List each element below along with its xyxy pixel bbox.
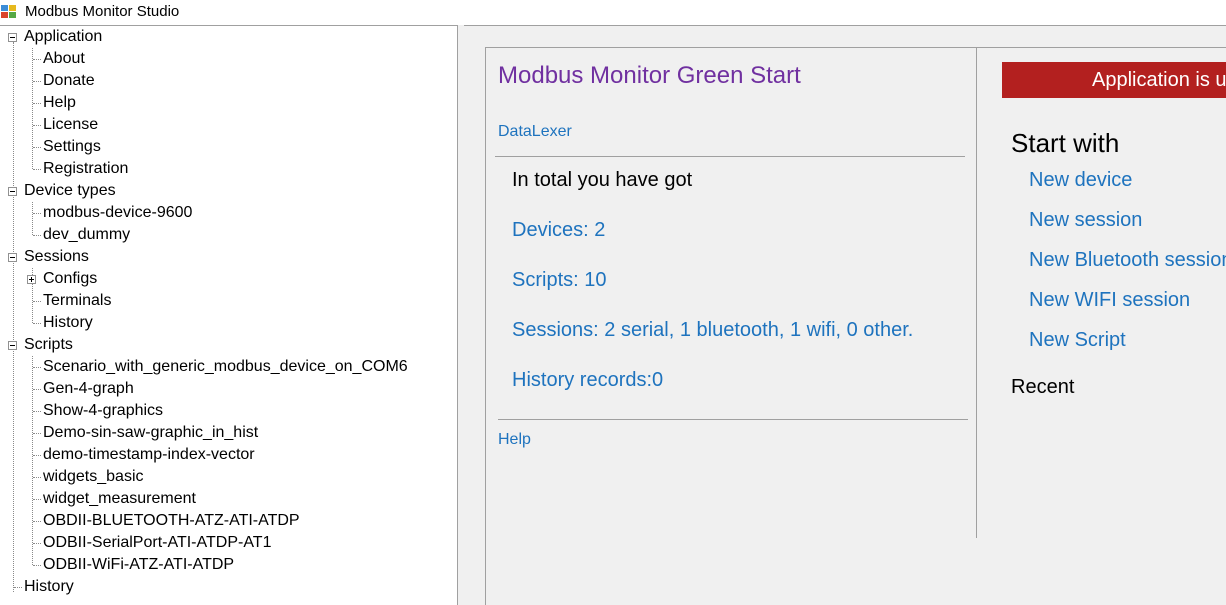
separator: [495, 156, 965, 157]
tree-connector: [33, 81, 41, 82]
collapse-icon[interactable]: [8, 253, 17, 262]
unregistered-banner: Application is unregistered: [1002, 62, 1226, 98]
tree-node-script[interactable]: demo-timestamp-index-vector: [43, 444, 255, 466]
app-icon: [1, 5, 16, 18]
new-wifi-session-link[interactable]: New WIFI session: [1029, 289, 1190, 312]
column-divider: [976, 47, 977, 538]
new-script-link[interactable]: New Script: [1029, 329, 1126, 352]
tree-connector: [33, 389, 41, 390]
tree-connector: [33, 59, 41, 60]
tree-node-license[interactable]: License: [43, 114, 98, 136]
tree-connector: [33, 477, 41, 478]
tree-node-script[interactable]: Demo-sin-saw-graphic_in_hist: [43, 422, 258, 444]
tree-connector: [33, 213, 41, 214]
tree-connector: [32, 356, 33, 565]
tree-connector: [33, 565, 41, 566]
collapse-icon[interactable]: [8, 187, 17, 196]
tree-node-history[interactable]: History: [24, 576, 74, 598]
tree-connector: [33, 103, 41, 104]
new-device-link[interactable]: New device: [1029, 169, 1132, 192]
tree-connector: [33, 169, 41, 170]
tree-connector: [33, 147, 41, 148]
expand-icon[interactable]: [27, 275, 36, 284]
tree-connector: [14, 587, 22, 588]
tree-connector: [13, 42, 14, 592]
collapse-icon[interactable]: [8, 341, 17, 350]
total-label: In total you have got: [512, 169, 693, 191]
tree-connector: [33, 433, 41, 434]
new-bluetooth-session-link[interactable]: New Bluetooth session: [1029, 249, 1226, 272]
history-records-link[interactable]: History records:0: [512, 369, 663, 392]
tree-connector: [33, 521, 41, 522]
tree-node-settings[interactable]: Settings: [43, 136, 101, 158]
tree-node-script[interactable]: OBDII-BLUETOOTH-ATZ-ATI-ATDP: [43, 510, 300, 532]
page-title: Modbus Monitor Green Start: [498, 62, 801, 89]
window-title: Modbus Monitor Studio: [25, 3, 180, 20]
tree-connector: [33, 235, 41, 236]
tree-node-script[interactable]: ODBII-SerialPort-ATI-ATDP-AT1: [43, 532, 271, 554]
tree-node-about[interactable]: About: [43, 48, 85, 70]
tree-node-script[interactable]: widget_measurement: [43, 488, 196, 510]
tree-node-donate[interactable]: Donate: [43, 70, 95, 92]
tree-connector: [32, 48, 33, 169]
tree-node-device[interactable]: dev_dummy: [43, 224, 130, 246]
window-titlebar: Modbus Monitor Studio: [0, 0, 1226, 25]
tree-connector: [33, 323, 41, 324]
tree-node-script[interactable]: ODBII-WiFi-ATZ-ATI-ATDP: [43, 554, 234, 576]
tree-node-configs[interactable]: Configs: [43, 268, 97, 290]
tree-connector: [33, 301, 41, 302]
tree-node-application[interactable]: Application: [24, 26, 102, 48]
collapse-icon[interactable]: [8, 33, 17, 42]
tree-connector: [33, 499, 41, 500]
start-with-heading: Start with: [1011, 128, 1120, 158]
tree-connector: [33, 125, 41, 126]
separator: [498, 419, 968, 420]
tree-node-script[interactable]: widgets_basic: [43, 466, 144, 488]
recent-heading: Recent: [1011, 376, 1075, 398]
tree-node-script[interactable]: Show-4-graphics: [43, 400, 163, 422]
tree-node-sessions[interactable]: Sessions: [24, 246, 89, 268]
tree-node-registration[interactable]: Registration: [43, 158, 128, 180]
devices-link[interactable]: Devices: 2: [512, 219, 605, 242]
sessions-link[interactable]: Sessions: 2 serial, 1 bluetooth, 1 wifi,…: [512, 319, 913, 342]
tree-node-device-types[interactable]: Device types: [24, 180, 116, 202]
tree-connector: [33, 367, 41, 368]
tree-node-session-history[interactable]: History: [43, 312, 93, 334]
tree-node-terminals[interactable]: Terminals: [43, 290, 111, 312]
new-session-link[interactable]: New session: [1029, 209, 1142, 232]
tree-connector: [33, 455, 41, 456]
tree-connector: [33, 411, 41, 412]
tree-connector: [33, 543, 41, 544]
scripts-link[interactable]: Scripts: 10: [512, 269, 606, 292]
tree-node-device[interactable]: modbus-device-9600: [43, 202, 192, 224]
tree-node-help[interactable]: Help: [43, 92, 76, 114]
tree-connector: [32, 202, 33, 235]
datalexer-link[interactable]: DataLexer: [498, 123, 572, 141]
tree-node-script[interactable]: Gen-4-graph: [43, 378, 134, 400]
help-link[interactable]: Help: [498, 431, 531, 449]
tree-node-script[interactable]: Scenario_with_generic_modbus_device_on_C…: [43, 356, 408, 378]
tree-node-scripts[interactable]: Scripts: [24, 334, 73, 356]
